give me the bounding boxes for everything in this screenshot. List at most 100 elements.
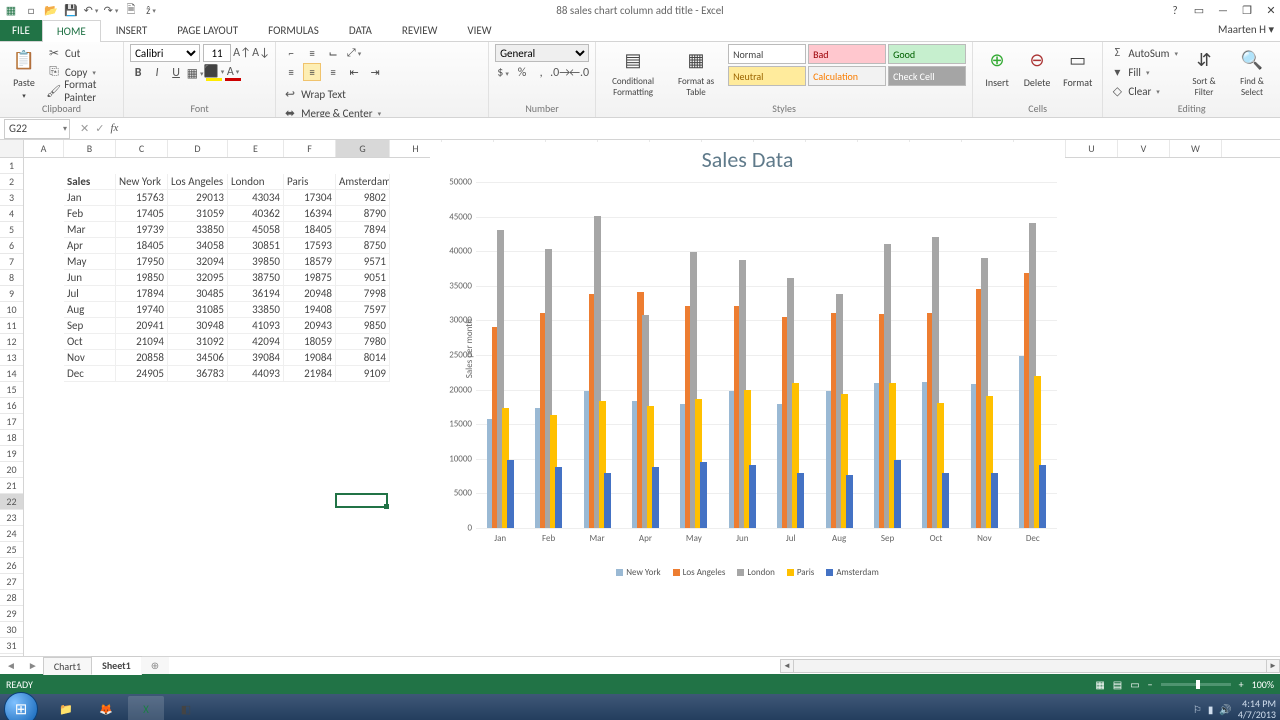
- row-header-22[interactable]: 22: [0, 494, 23, 510]
- cell-E14[interactable]: 44093: [228, 366, 284, 382]
- chart-object[interactable]: Sales Data Sales per month 0500010000150…: [430, 142, 1065, 582]
- cell-B14[interactable]: Dec: [64, 366, 116, 382]
- indent-inc-icon[interactable]: ⇥: [366, 63, 384, 81]
- cell-D11[interactable]: 30948: [168, 318, 228, 334]
- cell-C6[interactable]: 18405: [116, 238, 168, 254]
- help-icon[interactable]: ?: [1168, 4, 1182, 17]
- bar-Amsterdam-Nov[interactable]: [991, 473, 998, 528]
- cell-B8[interactable]: Jun: [64, 270, 116, 286]
- row-header-18[interactable]: 18: [0, 430, 23, 446]
- row-header-2[interactable]: 2: [0, 174, 23, 190]
- tab-nav-prev[interactable]: ◄: [0, 659, 22, 672]
- row-header-8[interactable]: 8: [0, 270, 23, 286]
- cell-G9[interactable]: 7998: [336, 286, 390, 302]
- row-header-13[interactable]: 13: [0, 350, 23, 366]
- cell-F2[interactable]: Paris: [284, 174, 336, 190]
- cell-G8[interactable]: 9051: [336, 270, 390, 286]
- maximize-icon[interactable]: ❐: [1240, 4, 1254, 17]
- cell-G10[interactable]: 7597: [336, 302, 390, 318]
- cell-C13[interactable]: 20858: [116, 350, 168, 366]
- cell-C7[interactable]: 17950: [116, 254, 168, 270]
- cell-D13[interactable]: 34506: [168, 350, 228, 366]
- percent-icon[interactable]: %: [514, 65, 530, 81]
- cell-F11[interactable]: 20943: [284, 318, 336, 334]
- bar-Amsterdam-Feb[interactable]: [555, 467, 562, 528]
- cell-G7[interactable]: 9571: [336, 254, 390, 270]
- style-check-cell[interactable]: Check Cell: [888, 66, 966, 86]
- cell-B3[interactable]: Jan: [64, 190, 116, 206]
- increase-font-icon[interactable]: A↑: [234, 45, 250, 61]
- row-header-14[interactable]: 14: [0, 366, 23, 382]
- cell-C14[interactable]: 24905: [116, 366, 168, 382]
- cell-D10[interactable]: 31085: [168, 302, 228, 318]
- bar-Amsterdam-Oct[interactable]: [942, 473, 949, 528]
- bar-Amsterdam-Dec[interactable]: [1039, 465, 1046, 528]
- cell-D6[interactable]: 34058: [168, 238, 228, 254]
- style-good[interactable]: Good: [888, 44, 966, 64]
- insert-cells-button[interactable]: ⊕Insert: [979, 44, 1015, 91]
- zoom-slider[interactable]: [1161, 683, 1231, 686]
- zoom-in-icon[interactable]: +: [1239, 678, 1244, 691]
- font-name-select[interactable]: Calibri: [130, 44, 200, 62]
- style-normal[interactable]: Normal: [728, 44, 806, 64]
- fill-button[interactable]: ▾Fill: [1109, 63, 1178, 81]
- align-middle-icon[interactable]: ≡: [303, 44, 321, 62]
- cell-B9[interactable]: Jul: [64, 286, 116, 302]
- tray-network-icon[interactable]: ▮: [1208, 703, 1214, 716]
- row-header-11[interactable]: 11: [0, 318, 23, 334]
- cell-B6[interactable]: Apr: [64, 238, 116, 254]
- font-size-input[interactable]: [203, 44, 231, 62]
- indent-dec-icon[interactable]: ⇤: [345, 63, 363, 81]
- cell-G3[interactable]: 9802: [336, 190, 390, 206]
- cell-E6[interactable]: 30851: [228, 238, 284, 254]
- tab-home[interactable]: HOME: [42, 20, 101, 42]
- bar-Amsterdam-Sep[interactable]: [894, 460, 901, 528]
- legend-New York[interactable]: New York: [616, 567, 660, 578]
- fx-icon[interactable]: fx: [110, 122, 122, 135]
- align-center-icon[interactable]: ≡: [303, 63, 321, 81]
- file-tab[interactable]: FILE: [0, 20, 42, 41]
- cell-F5[interactable]: 18405: [284, 222, 336, 238]
- chart-title[interactable]: Sales Data: [430, 142, 1065, 177]
- bar-Amsterdam-Jun[interactable]: [749, 465, 756, 528]
- legend-Los Angeles[interactable]: Los Angeles: [673, 567, 726, 578]
- tab-insert[interactable]: INSERT: [101, 19, 163, 41]
- align-top-icon[interactable]: ⌐: [282, 44, 300, 62]
- active-cell[interactable]: [335, 493, 388, 508]
- row-header-30[interactable]: 30: [0, 622, 23, 638]
- cell-G5[interactable]: 7894: [336, 222, 390, 238]
- cell-D7[interactable]: 32094: [168, 254, 228, 270]
- horizontal-scrollbar[interactable]: ◄►: [780, 658, 1280, 674]
- accept-formula-icon[interactable]: ✓: [95, 122, 104, 135]
- legend-Amsterdam[interactable]: Amsterdam: [826, 567, 878, 578]
- cell-B4[interactable]: Feb: [64, 206, 116, 222]
- cell-B7[interactable]: May: [64, 254, 116, 270]
- zoom-level[interactable]: 100%: [1252, 678, 1274, 691]
- row-header-9[interactable]: 9: [0, 286, 23, 302]
- row-header-16[interactable]: 16: [0, 398, 23, 414]
- col-header-E[interactable]: E: [228, 140, 284, 157]
- format-cells-button[interactable]: ▭Format: [1059, 44, 1096, 91]
- cell-E11[interactable]: 41093: [228, 318, 284, 334]
- tray-volume-icon[interactable]: 🔊: [1219, 703, 1231, 716]
- tab-nav-next[interactable]: ►: [22, 659, 44, 672]
- cell-G11[interactable]: 9850: [336, 318, 390, 334]
- tab-view[interactable]: VIEW: [452, 19, 506, 41]
- cell-F4[interactable]: 16394: [284, 206, 336, 222]
- row-header-5[interactable]: 5: [0, 222, 23, 238]
- italic-icon[interactable]: I: [149, 65, 165, 81]
- cell-D2[interactable]: Los Angeles: [168, 174, 228, 190]
- bar-Amsterdam-Apr[interactable]: [652, 467, 659, 528]
- row-header-25[interactable]: 25: [0, 542, 23, 558]
- row-header-17[interactable]: 17: [0, 414, 23, 430]
- row-header-21[interactable]: 21: [0, 478, 23, 494]
- cell-D3[interactable]: 29013: [168, 190, 228, 206]
- sort-filter-button[interactable]: ⇵Sort & Filter: [1182, 44, 1226, 100]
- cell-E2[interactable]: London: [228, 174, 284, 190]
- minimize-icon[interactable]: —: [1216, 4, 1230, 17]
- cell-D4[interactable]: 31059: [168, 206, 228, 222]
- cell-E10[interactable]: 33850: [228, 302, 284, 318]
- view-page-break-icon[interactable]: ▭: [1130, 678, 1139, 691]
- align-left-icon[interactable]: ≡: [282, 63, 300, 81]
- cell-F3[interactable]: 17304: [284, 190, 336, 206]
